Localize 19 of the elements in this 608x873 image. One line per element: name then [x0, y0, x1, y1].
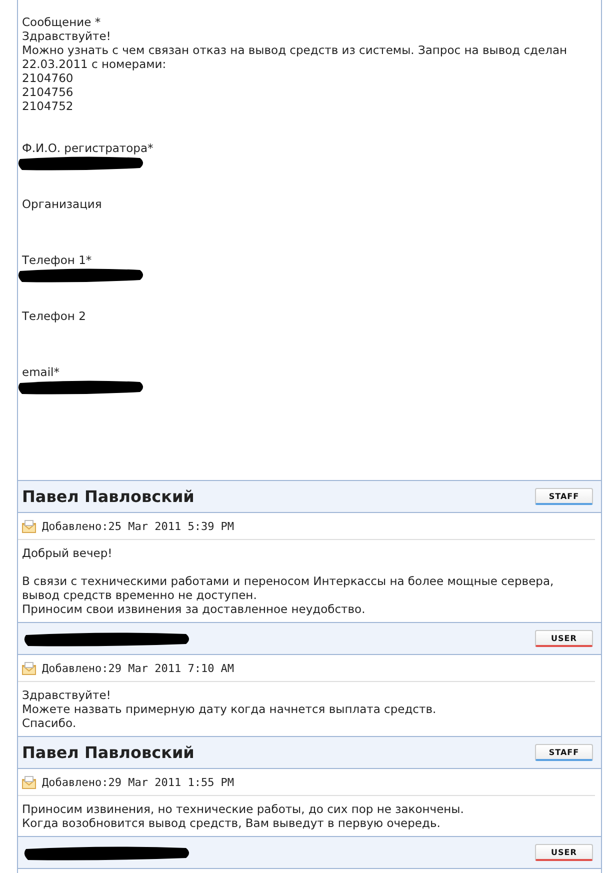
post-date: Добавлено:25 Mar 2011 5:39 PM — [42, 520, 234, 532]
role-badge[interactable]: STAFF — [535, 488, 593, 505]
envelope-icon — [22, 662, 36, 674]
author-name: Павел Павловский — [22, 487, 194, 506]
role-badge[interactable]: USER — [535, 630, 593, 647]
message-text: Здравствуйте! Можно узнать с чем связан отказ на вывод средств из системы. Запрос на вывод сделан 22.03.2011 с номерами: 2104760 2104756 2104752 — [22, 29, 568, 113]
field-label: Телефон 2 — [22, 309, 87, 323]
post-date: Добавлено:29 Mar 2011 7:10 AM — [42, 662, 234, 674]
field-label: Организация — [22, 197, 103, 211]
field-label: Ф.И.О. регистратора* — [22, 141, 154, 155]
field-label: email* — [22, 365, 60, 379]
role-badge[interactable]: STAFF — [535, 744, 593, 761]
message-label: Сообщение * — [22, 15, 102, 29]
role-badge[interactable]: USER — [535, 844, 593, 861]
author-name: Павел Павловский — [22, 743, 194, 762]
field-label: Телефон 1* — [22, 253, 93, 267]
post-date: Добавлено:29 Mar 2011 1:55 PM — [42, 776, 234, 788]
envelope-icon — [22, 776, 36, 788]
envelope-icon — [22, 520, 36, 532]
